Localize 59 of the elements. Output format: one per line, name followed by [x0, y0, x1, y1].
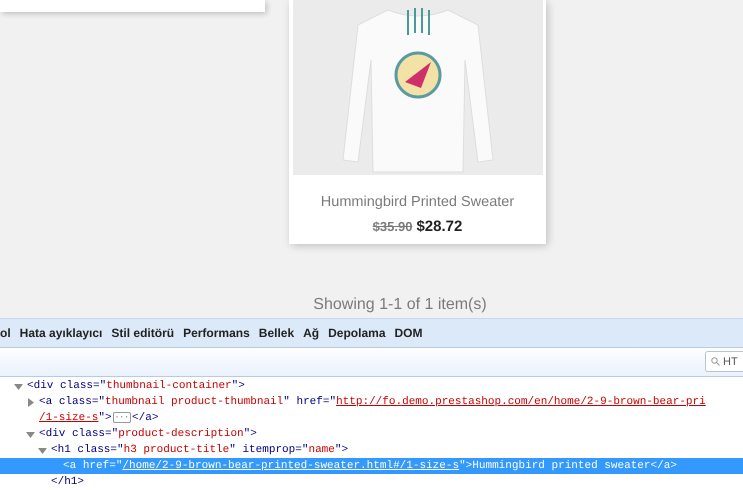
tag-markup: =" — [322, 394, 336, 410]
search-field[interactable]: HT — [705, 351, 743, 372]
tag-markup: "> — [459, 458, 472, 474]
collapsed-content-button[interactable]: ··· — [112, 412, 132, 424]
closing-tag: </h1> — [51, 474, 84, 490]
attribute-name: class — [60, 378, 94, 394]
dom-node-row[interactable]: <div class="thumbnail-container"> — [0, 378, 743, 394]
devtools-tab[interactable]: Bellek — [258, 324, 294, 342]
tag-markup: =" — [105, 426, 118, 442]
tag-markup: </a> — [650, 458, 677, 474]
node-text: Hummingbird printed sweater — [472, 458, 651, 474]
attribute-name: itemprop — [242, 442, 296, 458]
tag-markup: " — [283, 394, 291, 410]
devtools-tab[interactable]: DOM — [394, 324, 422, 342]
link-value[interactable]: http://fo.demo.prestashop.com/en/home/2-9-brown-bear-pri — [336, 394, 706, 410]
tag-markup: =" — [110, 442, 124, 458]
tag-markup: =" — [92, 394, 106, 410]
attribute-value: h3 product-title — [124, 442, 230, 458]
tag-markup: =" — [93, 378, 106, 394]
attribute-name: class — [77, 442, 110, 458]
attribute-value: name — [308, 442, 335, 458]
attribute-value: thumbnail-container — [106, 378, 232, 394]
attribute-name: class — [72, 426, 106, 442]
attribute-name: href — [296, 394, 323, 410]
tag-markup: "> — [244, 426, 257, 442]
dom-node-row[interactable]: <div class="product-description"> — [0, 426, 743, 442]
dom-node-row[interactable]: <h1 class="h3 product-title" itemprop="name"> — [0, 442, 743, 458]
expanded-triangle-icon[interactable] — [26, 430, 35, 439]
tag-markup: "> — [334, 442, 348, 458]
devtools-tab[interactable]: Ağ — [303, 324, 320, 342]
attribute-value: product-description — [118, 426, 244, 442]
tag-markup: <a — [63, 458, 78, 474]
old-price: $35.90 — [372, 219, 412, 234]
tag-markup: =" — [295, 442, 308, 458]
tag-markup: <div — [39, 426, 66, 442]
tag-markup: </a> — [132, 410, 158, 426]
expanded-triangle-icon[interactable] — [38, 446, 47, 455]
tag-markup: "> — [232, 378, 245, 394]
product-title[interactable]: Hummingbird Printed Sweater — [320, 194, 514, 210]
link-value[interactable]: /1-size-s — [39, 410, 98, 426]
devtools-tab[interactable]: Performans — [183, 324, 250, 342]
collapsed-triangle-icon[interactable] — [26, 398, 35, 407]
devtools-tab[interactable]: Depolama — [328, 324, 386, 342]
expanded-triangle-icon[interactable] — [14, 382, 23, 391]
tag-markup: "> — [98, 410, 112, 426]
tag-markup: <div — [27, 378, 54, 394]
price: $28.72 — [416, 218, 462, 235]
attribute-name: href — [82, 458, 110, 474]
tag-markup: =" — [109, 458, 122, 474]
attribute-value: thumbnail product-thumbnail — [105, 394, 284, 410]
devtools-tab[interactable]: ol — [0, 324, 11, 342]
results-summary: Showing 1-1 of 1 item(s) — [313, 296, 487, 314]
attribute-name: class — [58, 394, 92, 410]
tag-markup: " — [229, 442, 237, 458]
devtools-tab[interactable]: Stil editörü — [111, 324, 174, 342]
devtools-tab[interactable]: Hata ayıklayıcı — [20, 324, 102, 342]
tag-markup: <a — [39, 394, 54, 410]
search-icon — [711, 357, 720, 366]
tag-markup: <h1 — [51, 442, 72, 458]
